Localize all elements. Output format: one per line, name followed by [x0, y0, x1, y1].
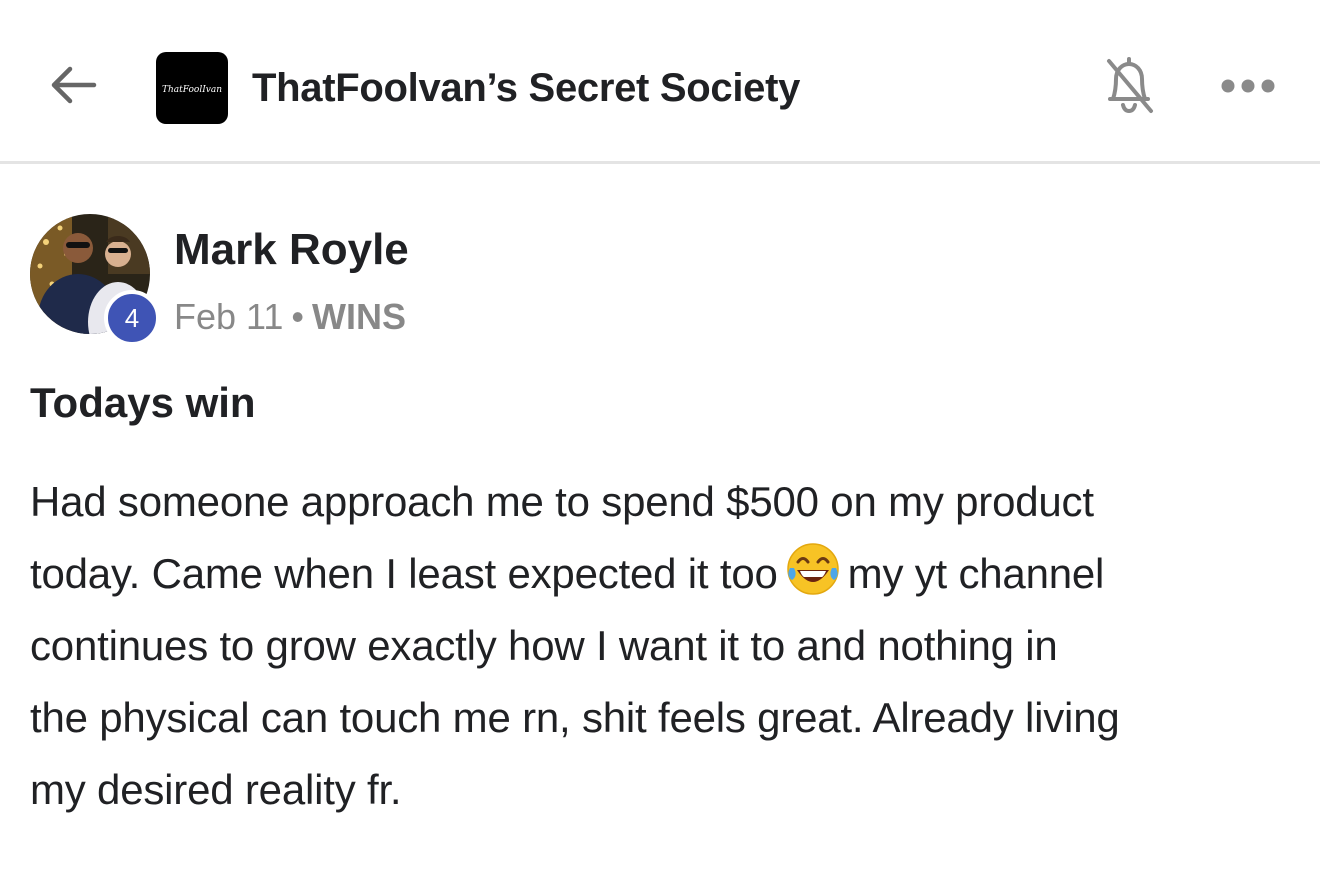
- back-button[interactable]: [44, 58, 102, 116]
- post-body-line: the physical can touch me rn, shit feels…: [30, 694, 1120, 741]
- arrow-left-icon: [48, 65, 98, 110]
- post-category[interactable]: WINS: [312, 296, 406, 337]
- bell-off-icon: [1103, 53, 1155, 122]
- top-bar: ThatFoolIvan ThatFoolvan’s Secret Societ…: [0, 0, 1320, 164]
- author-level-badge: 4: [104, 290, 160, 346]
- post-body-line: my desired reality fr.: [30, 766, 402, 813]
- post-meta: Feb 11 • WINS: [174, 294, 406, 340]
- post-body: Had someone approach me to spend $500 on…: [30, 466, 1300, 826]
- post-date: Feb 11: [174, 296, 284, 337]
- post-body-line: today. Came when I least expected it too…: [30, 538, 1300, 610]
- more-options-button[interactable]: [1216, 66, 1280, 110]
- post-title: Todays win: [30, 379, 256, 426]
- group-logo[interactable]: ThatFoolIvan: [156, 52, 228, 124]
- author-name[interactable]: Mark Royle: [174, 222, 409, 278]
- svg-text:ThatFoolIvan: ThatFoolIvan: [162, 85, 222, 95]
- notifications-toggle[interactable]: [1098, 52, 1160, 122]
- face-with-tears-of-joy-icon: [784, 540, 842, 598]
- more-horizontal-icon: [1220, 78, 1276, 99]
- post-body-line: Had someone approach me to spend $500 on…: [30, 478, 1094, 525]
- post-body-line: continues to grow exactly how I want it …: [30, 622, 1058, 669]
- group-logo-script: ThatFoolIvan: [162, 85, 222, 95]
- post-body-text: today. Came when I least expected it too: [30, 550, 778, 597]
- meta-separator: •: [291, 296, 305, 337]
- post-body-text: my yt channel: [847, 550, 1105, 597]
- group-title[interactable]: ThatFoolvan’s Secret Society: [252, 62, 800, 114]
